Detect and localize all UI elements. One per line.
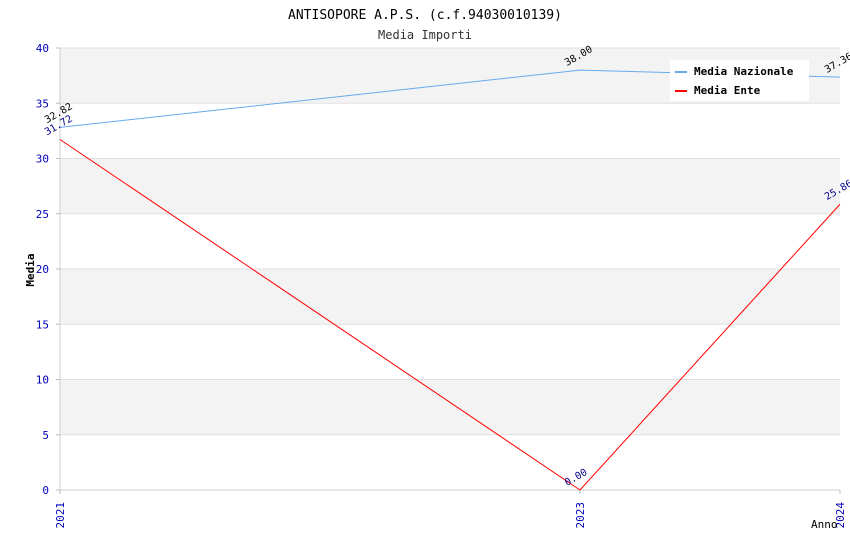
- plot-band: [60, 269, 840, 325]
- legend-label-ente: Media Ente: [694, 84, 761, 97]
- y-tick-label: 10: [36, 374, 49, 387]
- plot-band: [60, 103, 840, 159]
- y-tick-label: 15: [36, 318, 49, 331]
- y-tick-label: 40: [36, 42, 49, 55]
- legend-label-nazionale: Media Nazionale: [694, 65, 794, 78]
- x-axis-ticks: 2021 2023 2024: [54, 490, 847, 529]
- line-chart: ANTISOPORE A.P.S. (c.f.94030010139) Medi…: [24, 8, 850, 531]
- plot-band: [60, 434, 840, 490]
- x-tick-label: 2023: [574, 502, 587, 529]
- plot-band: [60, 379, 840, 435]
- y-axis-label: Media: [24, 253, 37, 286]
- legend: Media Nazionale Media Ente: [670, 60, 809, 101]
- x-tick-label: 2021: [54, 502, 67, 529]
- y-tick-label: 5: [42, 429, 49, 442]
- chart-title: ANTISOPORE A.P.S. (c.f.94030010139): [288, 8, 562, 23]
- y-tick-label: 30: [36, 153, 49, 166]
- x-axis-label: Anno: [811, 518, 838, 531]
- chart-subtitle: Media Importi: [378, 28, 472, 42]
- y-tick-label: 0: [42, 484, 49, 497]
- y-tick-label: 20: [36, 263, 49, 276]
- y-tick-label: 25: [36, 208, 49, 221]
- plot-band: [60, 213, 840, 269]
- plot-band: [60, 158, 840, 214]
- y-tick-label: 35: [36, 97, 49, 110]
